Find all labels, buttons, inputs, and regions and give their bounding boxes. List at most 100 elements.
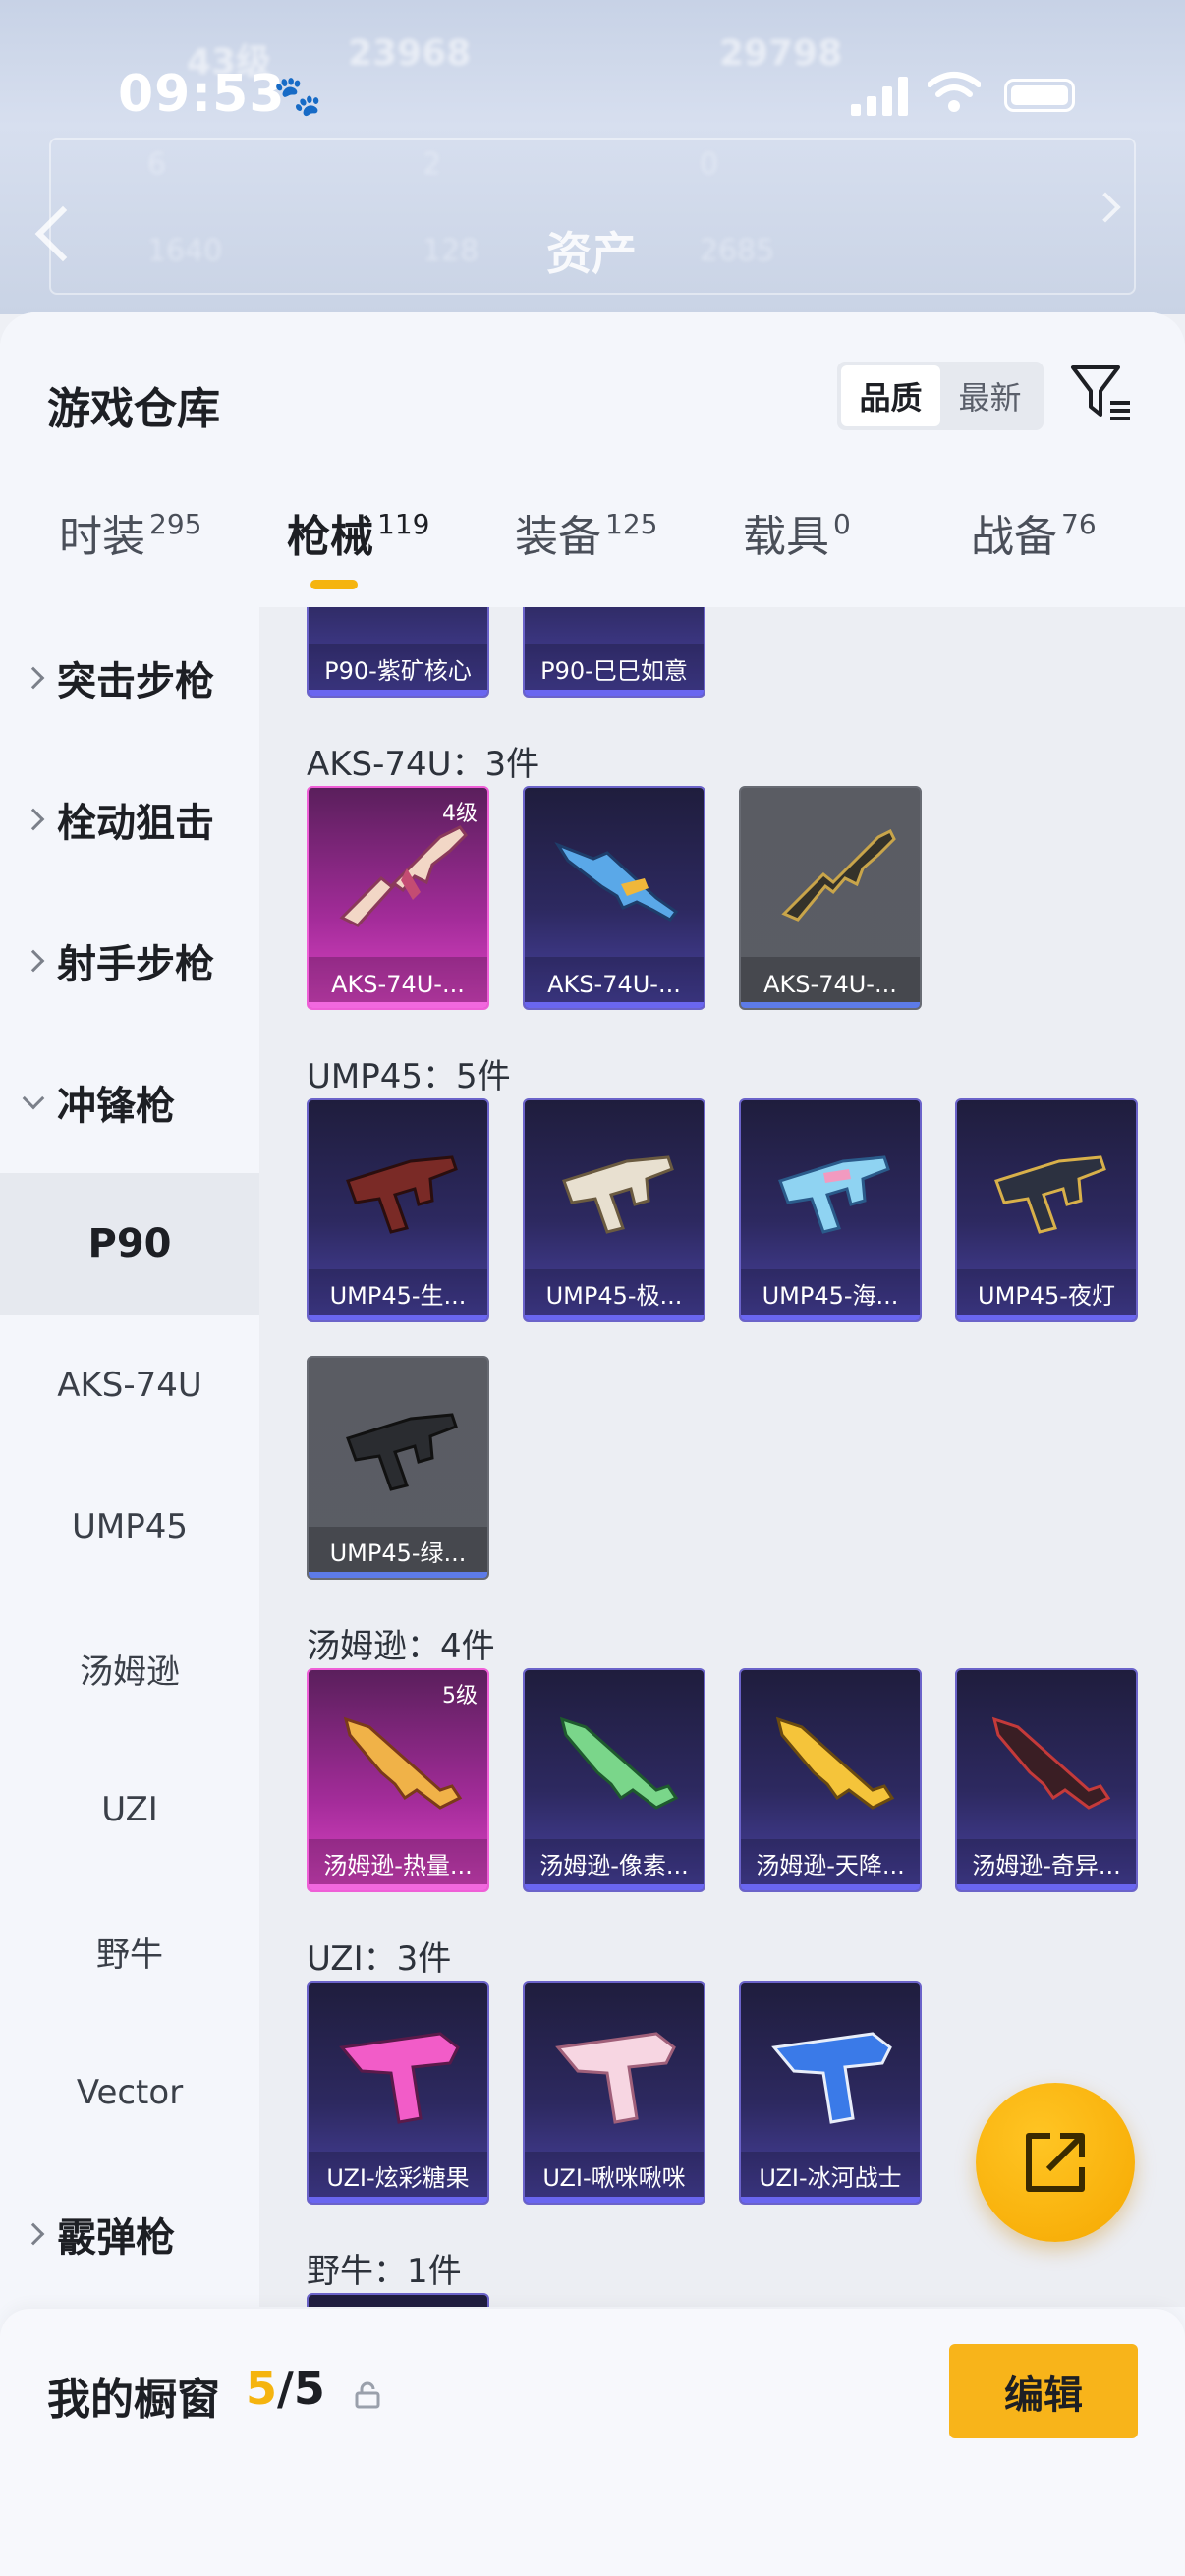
weapon-category-sidebar: 突击步枪 栓动狙击 射手步枪 冲锋枪 P90 AKS-74U UMP45 汤姆逊… [0,607,259,2307]
smg-icon [562,1155,674,1234]
weapon-card-name: UMP45-生... [329,1282,467,1310]
weapon-card-name: 汤姆逊-奇异... [972,1852,1121,1879]
rifle-icon [339,825,468,927]
weapon-card[interactable]: 汤姆逊-像素... [523,1668,705,1892]
showcase-used: 5 [246,2362,278,2415]
weapon-card[interactable]: UZI-冰河战士 [739,1981,922,2205]
bg-stat: 29798 [719,33,843,74]
status-time: 09:53 [118,65,286,124]
sidebar-category-smg[interactable]: 冲锋枪 [0,1032,259,1173]
weapon-card[interactable]: AKS-74U-... [523,786,705,1010]
edit-button[interactable]: 编辑 [949,2344,1138,2438]
chevron-right-icon [22,666,45,690]
showcase-total: /5 [277,2362,325,2415]
smg-icon [346,1413,458,1491]
sidebar-category-label: 射手步枪 [57,942,214,987]
pistol-icon [771,2032,892,2124]
sidebar-category-shotgun[interactable]: 霰弹枪 [0,2163,259,2305]
tab-count: 119 [377,508,430,540]
pistol-icon [339,2032,460,2124]
weapon-card[interactable]: P90-巳巳如意 [523,607,705,698]
sidebar-category-label: 霰弹枪 [57,2215,175,2261]
weapon-card[interactable]: UMP45-极... [523,1098,705,1322]
warehouse-sheet: 游戏仓库 品质 最新 时装 295 枪械 119 装备 125 载具 0 战备 76 突击… [0,312,1185,2576]
smg-icon [346,1155,458,1234]
tab-equipment[interactable]: 装备 125 [515,501,657,564]
weapon-card[interactable]: 4级 AKS-74U-... [307,786,489,1010]
tab-count: 295 [149,508,202,540]
weapon-grid: P90-紫矿核心 P90-巳巳如意 AKS-74U：3件 4级 AKS-74U-… [259,607,1185,2307]
weapon-card-name: UZI-啾咪啾咪 [542,2164,686,2192]
smg-icon [775,1716,895,1810]
pistol-icon [555,2032,676,2124]
sidebar-item-aks74u[interactable]: AKS-74U [0,1315,259,1456]
tab-supplies[interactable]: 战备 76 [971,501,1097,564]
sidebar-item-bison[interactable]: 野牛 [0,1880,259,2022]
filter-icon[interactable] [1069,360,1134,424]
smg-icon [559,1716,679,1810]
background-header: 43级 23968 29798 6 2 0 1640 128 2685 资产 0… [0,0,1185,314]
showcase-count: 5/5 [246,2362,325,2415]
section-title-thompson: 汤姆逊：4件 [307,1627,495,1666]
sort-quality-button[interactable]: 品质 [841,365,940,426]
weapon-card-name: UMP45-海... [762,1282,899,1310]
tab-label: 战备 [971,512,1057,562]
sidebar-item-p90[interactable]: P90 [0,1173,259,1315]
tab-fashion[interactable]: 时装 295 [59,501,201,564]
sidebar-category-marksman-rifle[interactable]: 射手步枪 [0,890,259,1032]
weapon-card[interactable]: AKS-74U-... [739,786,922,1010]
sidebar-item-ump45[interactable]: UMP45 [0,1456,259,1597]
weapon-card-name: UMP45-绿... [329,1540,467,1567]
tab-count: 76 [1061,508,1097,540]
showcase-title: 我的橱窗 [47,2375,220,2425]
weapon-card-name: 汤姆逊-像素... [539,1852,689,1879]
tab-active-indicator [310,580,358,589]
section-title-ump45: UMP45：5件 [307,1057,511,1096]
sidebar-item-uzi[interactable]: UZI [0,1739,259,1880]
weapon-card-name: 汤姆逊-天降... [756,1852,905,1879]
sidebar-item-vector[interactable]: Vector [0,2022,259,2163]
tab-vehicles[interactable]: 载具 0 [743,501,851,564]
weapon-card[interactable]: UMP45-夜灯 [955,1098,1138,1322]
weapon-card[interactable] [307,2293,489,2307]
sidebar-category-label: 冲锋枪 [57,1084,175,1129]
weapon-card[interactable]: P90-紫矿核心 [307,607,489,698]
weapon-card-name: 汤姆逊-热量... [323,1852,473,1879]
sidebar-category-assault-rifle[interactable]: 突击步枪 [0,607,259,749]
weapon-card[interactable]: UMP45-生... [307,1098,489,1322]
chevron-right-icon [22,808,45,831]
section-title-aks74u: AKS-74U：3件 [307,745,540,784]
paw-icon: 🐾 [273,74,322,119]
chevron-right-icon [22,2222,45,2246]
external-link-icon [1026,2133,1085,2192]
rifle-icon [554,841,679,922]
weapon-card[interactable]: UZI-炫彩糖果 [307,1981,489,2205]
tab-firearms[interactable]: 枪械 119 [287,501,429,564]
tab-count: 125 [605,508,658,540]
share-fab-button[interactable] [976,2083,1135,2242]
lock-icon [355,2381,380,2409]
weapon-card-name: UMP45-夜灯 [978,1282,1115,1310]
sidebar-category-label: 突击步枪 [57,659,214,704]
weapon-card[interactable]: 汤姆逊-奇异... [955,1668,1138,1892]
sidebar-category-bolt-sniper[interactable]: 栓动狙击 [0,749,259,890]
weapon-card-name: P90-巳巳如意 [540,657,688,685]
sort-toggle: 品质 最新 [837,362,1044,430]
weapon-card[interactable]: UMP45-海... [739,1098,922,1322]
weapon-card[interactable]: 汤姆逊-天降... [739,1668,922,1892]
weapon-card-name: AKS-74U-... [547,971,681,998]
page-title: 游戏仓库 [47,384,220,434]
sort-latest-button[interactable]: 最新 [940,365,1040,426]
sidebar-item-thompson[interactable]: 汤姆逊 [0,1597,259,1739]
tab-label: 载具 [743,512,829,562]
smg-icon [778,1155,890,1234]
sidebar-category-label: 栓动狙击 [57,801,214,846]
tab-label: 枪械 [287,512,373,562]
weapon-card[interactable]: 5级 汤姆逊-热量... [307,1668,489,1892]
tab-count: 0 [833,508,851,540]
battery-icon [1004,79,1075,112]
chevron-right-icon [22,949,45,973]
weapon-card[interactable]: UZI-啾咪啾咪 [523,1981,705,2205]
weapon-card-name: AKS-74U-... [331,971,465,998]
weapon-card[interactable]: UMP45-绿... [307,1356,489,1580]
